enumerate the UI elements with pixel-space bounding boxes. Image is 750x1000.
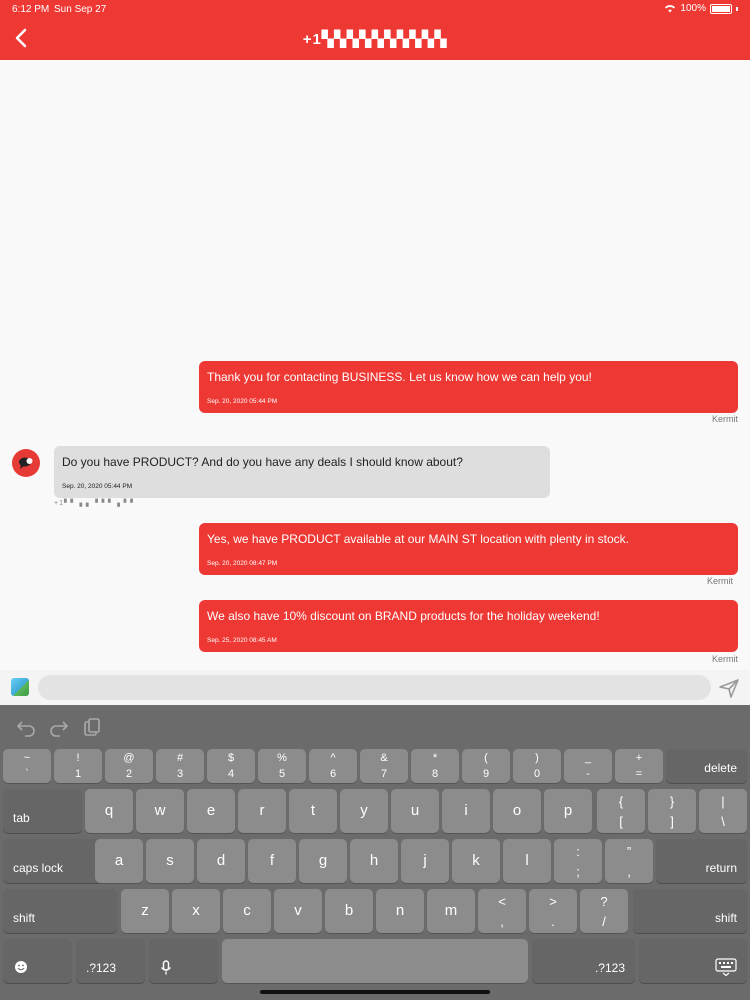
key-v[interactable]: v xyxy=(274,889,322,933)
key-6[interactable]: ^ 6 xyxy=(309,749,357,783)
message-sender: Kermit xyxy=(711,414,738,424)
key-w[interactable]: w xyxy=(136,789,184,833)
message-bubble-outgoing[interactable]: We also have 10% discount on BRAND produ… xyxy=(199,600,738,652)
key-y[interactable]: y xyxy=(340,789,388,833)
message-timestamp: Sep. 20, 2020 05:44 PM xyxy=(207,398,278,405)
status-time: 6:12 PM xyxy=(12,4,50,15)
key-n[interactable]: n xyxy=(376,889,424,933)
redo-icon[interactable] xyxy=(49,717,69,737)
key-z[interactable]: z xyxy=(121,889,169,933)
key-period[interactable]: >. xyxy=(529,889,577,933)
battery-percent: 100% xyxy=(680,3,706,14)
key-r[interactable]: r xyxy=(238,789,286,833)
paste-icon[interactable] xyxy=(82,717,102,737)
composer-bar xyxy=(0,670,750,705)
key-p[interactable]: p xyxy=(544,789,592,833)
key-0[interactable]: ) 0 xyxy=(513,749,561,783)
app-header: 6:12 PM Sun Sep 27 100% +1▚▚▚▚▚▚▚▚▚▚ xyxy=(0,0,750,60)
key-minus[interactable]: _ - xyxy=(564,749,612,783)
status-right: 100% xyxy=(664,3,738,14)
key-equals[interactable]: + = xyxy=(615,749,663,783)
status-date: Sun Sep 27 xyxy=(54,4,107,15)
key-3[interactable]: #3 xyxy=(156,749,204,783)
microphone-icon xyxy=(160,960,172,975)
send-icon xyxy=(719,679,739,698)
photo-attach-icon[interactable] xyxy=(11,678,29,696)
message-timestamp: Sep. 20, 2020 08:47 PM xyxy=(207,560,278,567)
key-1[interactable]: ! 1 xyxy=(54,749,102,783)
battery-tip xyxy=(736,6,738,11)
key-dictation[interactable] xyxy=(149,939,218,983)
key-semicolon[interactable]: :; xyxy=(554,839,602,883)
message-text: Thank you for contacting BUSINESS. Let u… xyxy=(207,370,592,384)
key-i[interactable]: i xyxy=(442,789,490,833)
key-f[interactable]: f xyxy=(248,839,296,883)
key-k[interactable]: k xyxy=(452,839,500,883)
send-button[interactable] xyxy=(718,677,740,699)
message-input[interactable] xyxy=(38,675,711,700)
key-b[interactable]: b xyxy=(325,889,373,933)
key-t[interactable]: t xyxy=(289,789,337,833)
key-g[interactable]: g xyxy=(299,839,347,883)
key-shift-left[interactable]: shift xyxy=(3,889,117,933)
key-d[interactable]: d xyxy=(197,839,245,883)
message-timestamp: Sep. 25, 2020 08:45 AM xyxy=(207,637,277,644)
message-sender: Kermit xyxy=(706,576,733,586)
key-5[interactable]: % 5 xyxy=(258,749,306,783)
key-backslash[interactable]: | \ xyxy=(699,789,747,833)
contact-avatar xyxy=(12,449,40,477)
key-2[interactable]: @2 xyxy=(105,749,153,783)
message-list[interactable]: Thank you for contacting BUSINESS. Let u… xyxy=(0,60,750,670)
key-bracket-left[interactable]: {[ xyxy=(597,789,645,833)
undo-icon[interactable] xyxy=(16,717,36,737)
message-text: We also have 10% discount on BRAND produ… xyxy=(207,609,600,623)
key-s[interactable]: s xyxy=(146,839,194,883)
key-quote[interactable]: ”, xyxy=(605,839,653,883)
key-q[interactable]: q xyxy=(85,789,133,833)
message-timestamp: Sep. 20, 2020 05:44 PM xyxy=(62,483,133,490)
message-sender: Kermit xyxy=(711,654,738,664)
key-emoji[interactable] xyxy=(3,939,72,983)
key-u[interactable]: u xyxy=(391,789,439,833)
key-delete[interactable]: delete xyxy=(666,749,747,783)
wifi-icon xyxy=(665,5,676,13)
key-slash[interactable]: ? / xyxy=(580,889,628,933)
key-backtick[interactable]: ~ ` xyxy=(3,749,51,783)
key-numbers-left[interactable]: .?123 xyxy=(76,939,145,983)
key-numbers-right[interactable]: .?123 xyxy=(532,939,635,983)
chat-bubble-icon xyxy=(19,457,33,469)
key-h[interactable]: h xyxy=(350,839,398,883)
emoji-icon xyxy=(15,961,27,973)
message-text: Yes, we have PRODUCT available at our MA… xyxy=(207,532,629,546)
key-a[interactable]: a xyxy=(95,839,143,883)
key-m[interactable]: m xyxy=(427,889,475,933)
key-7[interactable]: & 7 xyxy=(360,749,408,783)
battery-icon xyxy=(710,3,732,14)
key-e[interactable]: e xyxy=(187,789,235,833)
message-sender-number: +1▘▘▗▗ ▝▝▝ ▗▝ ▘ xyxy=(54,500,137,507)
on-screen-keyboard: ~ ` ! 1 @2 #3 $4 % 5 ^ 6 & 7 * 8 (9 ) 0 _ - + = d… xyxy=(0,705,750,1000)
key-4[interactable]: $4 xyxy=(207,749,255,783)
key-o[interactable]: o xyxy=(493,789,541,833)
conversation-title: +1▚▚▚▚▚▚▚▚▚▚ xyxy=(302,31,448,48)
key-j[interactable]: j xyxy=(401,839,449,883)
key-tab[interactable]: tab xyxy=(3,789,82,833)
home-indicator xyxy=(260,990,490,994)
key-bracket-right[interactable]: }] xyxy=(648,789,696,833)
message-bubble-incoming[interactable]: Do you have PRODUCT? And do you have any… xyxy=(54,446,550,498)
key-hide-keyboard[interactable] xyxy=(639,939,747,983)
key-space[interactable] xyxy=(222,939,528,983)
key-comma[interactable]: <, xyxy=(478,889,526,933)
message-text: Do you have PRODUCT? And do you have any… xyxy=(62,455,463,469)
message-bubble-outgoing[interactable]: Thank you for contacting BUSINESS. Let u… xyxy=(199,361,738,413)
key-8[interactable]: * 8 xyxy=(411,749,459,783)
key-l[interactable]: l xyxy=(503,839,551,883)
key-return[interactable]: return xyxy=(656,839,747,883)
key-9[interactable]: (9 xyxy=(462,749,510,783)
keyboard-dismiss-icon xyxy=(715,958,737,976)
key-c[interactable]: c xyxy=(223,889,271,933)
key-x[interactable]: x xyxy=(172,889,220,933)
key-shift-right[interactable]: shift xyxy=(633,889,747,933)
message-bubble-outgoing[interactable]: Yes, we have PRODUCT available at our MA… xyxy=(199,523,738,575)
